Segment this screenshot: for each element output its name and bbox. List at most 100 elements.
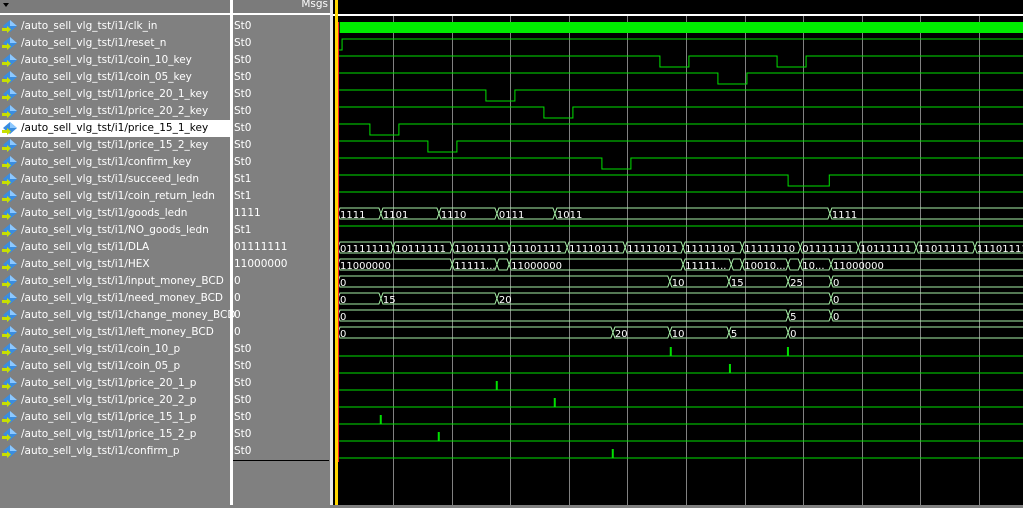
signal-value[interactable]: St1 <box>233 188 330 205</box>
signal-row[interactable]: /auto_sell_vlg_tst/i1/DLA <box>0 239 230 256</box>
signal-icon <box>2 428 18 441</box>
signal-row[interactable]: /auto_sell_vlg_tst/i1/coin_10_p <box>0 341 230 358</box>
bus-segment <box>787 326 1023 339</box>
signal-row[interactable]: /auto_sell_vlg_tst/i1/coin_return_ledn <box>0 188 230 205</box>
pulse-mark <box>553 398 556 407</box>
bus-value-label: 11111110 <box>744 244 795 255</box>
signal-value[interactable]: St0 <box>233 443 330 460</box>
signal-icon <box>2 394 18 407</box>
signal-row[interactable]: /auto_sell_vlg_tst/i1/price_20_1_p <box>0 375 230 392</box>
bus-value-label: 1101 <box>383 210 408 221</box>
signal-icon <box>2 37 18 50</box>
signal-icon <box>2 173 18 186</box>
signal-value[interactable]: 0 <box>233 273 330 290</box>
signal-row[interactable]: /auto_sell_vlg_tst/i1/need_money_BCD <box>0 290 230 307</box>
signal-row[interactable]: /auto_sell_vlg_tst/i1/change_money_BCD <box>0 307 235 324</box>
bus-segment <box>337 326 614 339</box>
signal-value[interactable]: St0 <box>233 358 330 375</box>
signal-value[interactable]: St0 <box>233 103 330 120</box>
bus-segment <box>496 258 510 271</box>
msgs-column-header[interactable]: Msgs <box>301 0 328 10</box>
bus-value-label: 0 <box>340 278 346 289</box>
signal-value[interactable]: 01111111 <box>233 239 330 256</box>
bus-segment <box>728 326 789 339</box>
signal-value[interactable]: 0 <box>233 324 330 341</box>
signal-row[interactable]: /auto_sell_vlg_tst/i1/coin_10_key <box>0 52 230 69</box>
signal-value[interactable]: 1111 <box>233 205 330 222</box>
signal-row[interactable]: /auto_sell_vlg_tst/i1/left_money_BCD <box>0 324 230 341</box>
signal-row[interactable]: /auto_sell_vlg_tst/i1/price_20_2_key <box>0 103 230 120</box>
signal-name: /auto_sell_vlg_tst/i1/price_15_2_key <box>21 139 209 151</box>
pulse-mark <box>786 347 789 356</box>
bus-value-label: 10111111 <box>395 244 446 255</box>
signal-icon <box>2 258 18 271</box>
bus-value-label: 0 <box>833 295 839 306</box>
signal-row[interactable]: /auto_sell_vlg_tst/i1/input_money_BCD <box>0 273 230 290</box>
bus-value-label: 10010... <box>744 261 785 272</box>
signal-name: /auto_sell_vlg_tst/i1/price_20_1_key <box>21 88 209 100</box>
bus-value-label: 20 <box>499 295 512 306</box>
signal-names-pane: /auto_sell_vlg_tst/i1/clk_in/auto_sell_v… <box>0 18 235 460</box>
signal-name: /auto_sell_vlg_tst/i1/coin_05_key <box>21 71 192 83</box>
bus-value-label: 11000000 <box>511 261 562 272</box>
bus-segment <box>829 207 1023 220</box>
signal-row[interactable]: /auto_sell_vlg_tst/i1/confirm_key <box>0 154 230 171</box>
signal-row[interactable]: /auto_sell_vlg_tst/i1/price_15_1_key <box>0 120 230 137</box>
signal-value[interactable]: St0 <box>233 409 330 426</box>
bus-segment <box>830 309 1023 322</box>
signal-row[interactable]: /auto_sell_vlg_tst/i1/price_15_2_p <box>0 426 230 443</box>
bus-value-label: 20 <box>615 329 628 340</box>
waveform-pane[interactable]: 1111 1101 1110 0111 1011 1111 01111111 10111111… <box>333 0 1023 505</box>
clock-wave <box>339 22 1023 33</box>
signal-icon <box>2 207 18 220</box>
signal-row[interactable]: /auto_sell_vlg_tst/i1/price_15_2_key <box>0 137 230 154</box>
signal-icon <box>2 241 18 254</box>
signal-row[interactable]: /auto_sell_vlg_tst/i1/price_20_2_p <box>0 392 230 409</box>
signal-row[interactable]: /auto_sell_vlg_tst/i1/goods_ledn <box>0 205 230 222</box>
signal-value[interactable]: St0 <box>233 392 330 409</box>
signal-row[interactable]: /auto_sell_vlg_tst/i1/price_20_1_key <box>0 86 230 103</box>
signal-name: /auto_sell_vlg_tst/i1/left_money_BCD <box>21 326 214 338</box>
signal-value[interactable]: St0 <box>233 35 330 52</box>
signal-name: /auto_sell_vlg_tst/i1/price_20_1_p <box>21 377 197 389</box>
signal-icon <box>2 105 18 118</box>
signal-value[interactable]: St0 <box>233 120 330 137</box>
signal-row[interactable]: /auto_sell_vlg_tst/i1/reset_n <box>0 35 230 52</box>
signal-row[interactable]: /auto_sell_vlg_tst/i1/HEX <box>0 256 230 273</box>
signal-values-pane: St0 St0 St0 St0 St0 St0 St0 St0 St0 St1 St1 1111 St1… <box>233 18 330 460</box>
signal-row[interactable]: /auto_sell_vlg_tst/i1/coin_05_key <box>0 69 230 86</box>
signal-value[interactable]: 0 <box>233 290 330 307</box>
expand-arrow-icon[interactable] <box>3 3 9 7</box>
signal-value[interactable]: St0 <box>233 52 330 69</box>
signal-row[interactable]: /auto_sell_vlg_tst/i1/price_15_1_p <box>0 409 230 426</box>
values-end-line <box>233 460 329 461</box>
signal-value[interactable]: St1 <box>233 171 330 188</box>
signal-value[interactable]: St0 <box>233 341 330 358</box>
cursor-line <box>335 0 338 505</box>
signal-value[interactable]: 11000000 <box>233 256 330 273</box>
signal-value[interactable]: St0 <box>233 426 330 443</box>
signal-value[interactable]: St1 <box>233 222 330 239</box>
signal-value[interactable]: St0 <box>233 69 330 86</box>
signal-value[interactable]: St0 <box>233 375 330 392</box>
signal-row[interactable]: /auto_sell_vlg_tst/i1/clk_in <box>0 18 230 35</box>
signal-value[interactable]: St0 <box>233 137 330 154</box>
wave-header: Msgs <box>0 0 333 15</box>
signal-value[interactable]: St0 <box>233 154 330 171</box>
signal-row[interactable]: /auto_sell_vlg_tst/i1/coin_05_p <box>0 358 230 375</box>
signal-row[interactable]: /auto_sell_vlg_tst/i1/succeed_ledn <box>0 171 230 188</box>
signal-row[interactable]: /auto_sell_vlg_tst/i1/NO_goods_ledn <box>0 222 230 239</box>
signal-row[interactable]: /auto_sell_vlg_tst/i1/confirm_p <box>0 443 230 460</box>
signal-value[interactable]: St0 <box>233 86 330 103</box>
signal-value[interactable]: St0 <box>233 18 330 35</box>
bus-segment <box>554 207 831 220</box>
waveform-canvas[interactable]: 1111 1101 1110 0111 1011 111101111111 10111111… <box>333 0 1023 505</box>
signal-name: /auto_sell_vlg_tst/i1/change_money_BCD <box>21 309 236 321</box>
pulse-mark <box>379 415 382 424</box>
signal-value[interactable]: 0 <box>233 307 330 324</box>
signal-icon <box>2 224 18 237</box>
bus-value-label: 10111111 <box>860 244 911 255</box>
bus-value-label: 0 <box>340 295 346 306</box>
pulse-mark <box>728 364 731 373</box>
signal-icon <box>2 275 18 288</box>
